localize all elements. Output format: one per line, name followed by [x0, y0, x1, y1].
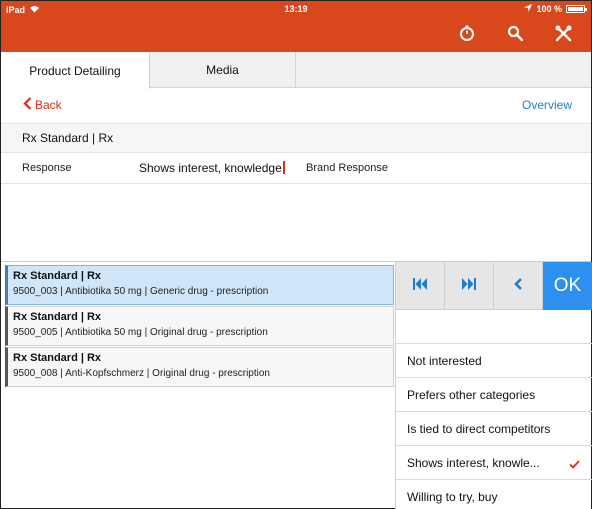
tab-product-detailing[interactable]: Product Detailing — [1, 52, 150, 89]
option-label: Willing to try, buy — [407, 490, 498, 504]
picker-option[interactable]: Willing to try, buy — [396, 481, 592, 509]
text-cursor — [282, 161, 285, 174]
list-item[interactable]: Rx Standard | Rx 9500_008 | Anti-Kopfsch… — [5, 347, 394, 387]
tab-bar: Product Detailing Media — [1, 52, 591, 89]
tab-media[interactable]: Media — [150, 52, 296, 88]
skip-last-button[interactable] — [445, 262, 494, 310]
skip-first-icon — [413, 277, 427, 295]
picker-option[interactable]: Not interested — [396, 345, 592, 378]
back-label: Back — [35, 98, 62, 112]
picker-option[interactable]: Is tied to direct competitors — [396, 413, 592, 446]
list-item-title: Rx Standard | Rx — [13, 352, 102, 364]
list-item-title: Rx Standard | Rx — [13, 311, 102, 323]
checkmark-icon — [569, 447, 580, 480]
option-label: Prefers other categories — [407, 388, 536, 402]
search-icon[interactable] — [505, 23, 525, 43]
battery-percent: 100 % — [536, 4, 562, 14]
picker-option-empty[interactable] — [396, 311, 592, 344]
picker-option-selected[interactable]: Shows interest, knowle... — [396, 447, 592, 480]
location-icon — [524, 4, 533, 14]
stopwatch-icon[interactable] — [457, 23, 477, 43]
list-item-subtitle: 9500_005 | Antibiotika 50 mg | Original … — [13, 327, 268, 338]
status-time: 13:19 — [284, 4, 308, 14]
list-item[interactable]: Rx Standard | Rx 9500_003 | Antibiotika … — [5, 265, 394, 305]
back-chevron-icon — [23, 97, 32, 113]
list-item-title: Rx Standard | Rx — [13, 270, 102, 282]
picker-option[interactable]: Prefers other categories — [396, 379, 592, 412]
list-item-subtitle: 9500_003 | Antibiotika 50 mg | Generic d… — [13, 286, 269, 297]
skip-last-icon — [462, 277, 476, 295]
response-value: Shows interest, knowledge — [139, 161, 282, 175]
brand-response-label: Brand Response — [306, 162, 388, 174]
navigation-row: Back Overview — [1, 89, 591, 121]
tab-label: Media — [206, 63, 239, 77]
response-field[interactable]: Shows interest, knowledge — [139, 161, 285, 175]
app-header: iPad 13:19 100 % — [1, 1, 591, 52]
back-button[interactable]: Back — [23, 97, 62, 113]
product-list: Rx Standard | Rx 9500_003 | Antibiotika … — [5, 265, 394, 388]
overview-link[interactable]: Overview — [522, 98, 572, 112]
picker-toolbar: OK — [396, 262, 592, 310]
option-label: Shows interest, knowle... — [407, 456, 540, 470]
option-label: Not interested — [407, 354, 482, 368]
ok-button[interactable]: OK — [543, 262, 592, 310]
response-label: Response — [22, 162, 72, 174]
prev-icon — [513, 277, 523, 295]
skip-first-button[interactable] — [396, 262, 445, 310]
list-item[interactable]: Rx Standard | Rx 9500_005 | Antibiotika … — [5, 306, 394, 346]
section-title: Rx Standard | Rx — [1, 123, 591, 153]
response-row: Response Shows interest, knowledge Brand… — [1, 153, 591, 184]
response-picker: OK Not interested Prefers other categori… — [395, 262, 592, 509]
tab-label: Product Detailing — [29, 63, 121, 78]
tools-icon[interactable] — [553, 23, 573, 43]
list-item-subtitle: 9500_008 | Anti-Kopfschmerz | Original d… — [13, 368, 270, 379]
battery-icon — [566, 5, 587, 13]
option-label: Is tied to direct competitors — [407, 422, 551, 436]
status-bar: iPad 13:19 100 % — [1, 1, 591, 19]
previous-button[interactable] — [494, 262, 543, 310]
